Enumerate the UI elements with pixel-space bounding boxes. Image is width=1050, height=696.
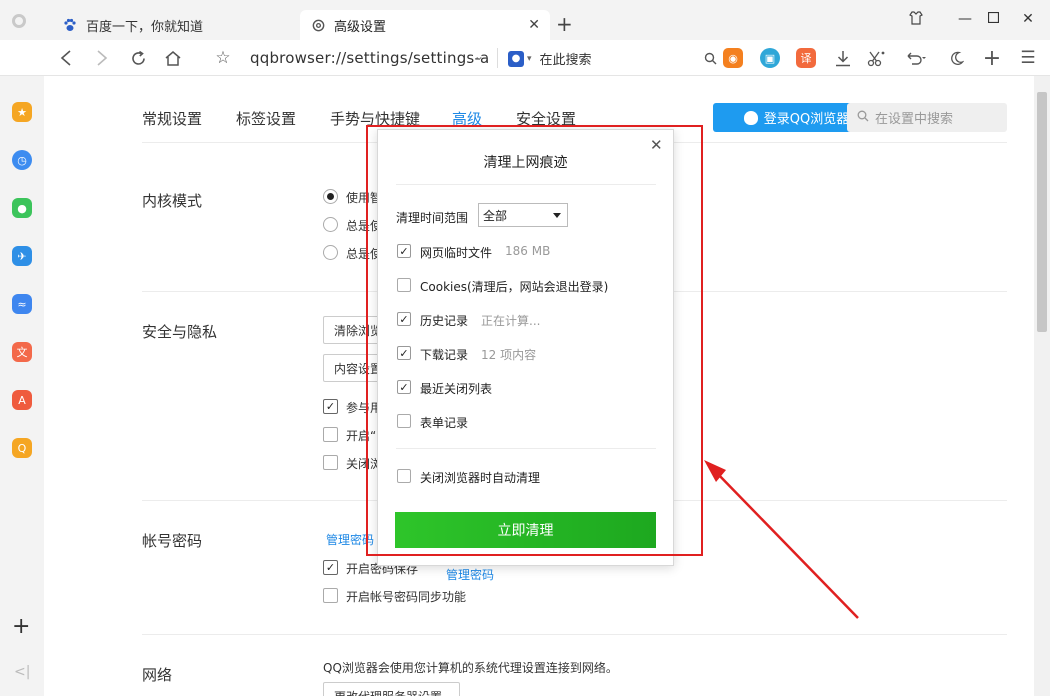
collapse-sidebar-icon[interactable]: <| <box>14 664 30 680</box>
star-bookmark-icon[interactable]: ☆ <box>211 46 235 70</box>
download-icon[interactable] <box>831 46 855 70</box>
tab-title: 高级设置 <box>334 19 387 35</box>
add-sidebar-plus-icon[interactable]: + <box>12 614 30 639</box>
tab-general[interactable]: 常规设置 <box>142 108 202 129</box>
baidu-paw-icon <box>62 17 78 33</box>
title-bar: 百度一下，你就知道 高级设置 ✕ + — ✕ <box>0 0 1050 40</box>
tab-advanced-settings[interactable]: 高级设置 ✕ <box>300 10 550 40</box>
night-mode-moon-icon[interactable] <box>944 46 968 70</box>
proxy-settings-button[interactable]: 更改代理服务器设置 <box>323 682 460 696</box>
cloud-icon[interactable]: ≈ <box>12 294 32 314</box>
shirt-skin-icon[interactable] <box>906 11 926 29</box>
game-controller-icon[interactable]: ◉ <box>723 48 743 68</box>
annotation-highlight-box <box>366 125 703 556</box>
forward-arrow-icon[interactable] <box>90 46 114 70</box>
network-description: QQ浏览器会使用您计算机的系统代理设置连接到网络。 <box>323 661 618 675</box>
left-sidebar: ★ ◷ ● ✈ ≈ 文 A Q + <| <box>0 76 44 696</box>
gear-icon <box>310 17 326 33</box>
section-title-network: 网络 <box>142 666 173 684</box>
settings-search-input[interactable]: 在设置中搜索 <box>847 103 1007 132</box>
toolbar-divider <box>497 48 498 68</box>
history-clock-icon[interactable]: ◷ <box>12 150 32 170</box>
new-tab-plus-icon[interactable]: + <box>556 12 573 36</box>
pdf-icon[interactable]: A <box>12 390 32 410</box>
app-icon[interactable]: ▣ <box>760 48 780 68</box>
radio-kernel-2[interactable] <box>323 217 338 232</box>
undo-icon[interactable] <box>904 46 928 70</box>
checkbox-privacy-3[interactable] <box>323 455 338 470</box>
favorites-star-icon[interactable]: ★ <box>12 102 32 122</box>
checkbox-privacy-2[interactable] <box>323 427 338 442</box>
checkbox-save-password[interactable]: ✓ <box>323 560 338 575</box>
plus-icon[interactable]: + <box>980 46 1004 71</box>
login-label: 登录QQ浏览器 <box>763 112 850 127</box>
radio-kernel-3[interactable] <box>323 245 338 260</box>
qq-browser-logo-icon[interactable] <box>12 14 26 28</box>
caret-down-icon: ▾ <box>527 53 532 64</box>
page-scrollbar[interactable] <box>1034 76 1050 696</box>
scissors-icon[interactable] <box>864 46 888 70</box>
baidu-paw-icon: ● <box>508 50 524 67</box>
checkbox-password-sync[interactable] <box>323 588 338 603</box>
checkbox-label: 开启帐号密码同步功能 <box>346 590 467 604</box>
radio-kernel-smart[interactable] <box>323 189 338 204</box>
minimize-icon[interactable]: — <box>955 11 975 27</box>
file-transfer-icon[interactable]: ✈ <box>12 246 32 266</box>
section-title-kernel: 内核模式 <box>142 192 203 210</box>
address-bar-url[interactable]: qqbrowser://settings/settings-a <box>250 49 489 67</box>
tab-tabs[interactable]: 标签设置 <box>236 108 296 129</box>
search-side-icon[interactable]: Q <box>12 438 32 458</box>
tab-close-icon[interactable]: ✕ <box>528 17 540 33</box>
chevron-down-icon[interactable]: ⌄ <box>474 49 484 63</box>
back-arrow-icon[interactable] <box>54 46 78 70</box>
maximize-icon[interactable] <box>983 11 1003 27</box>
window-close-icon[interactable]: ✕ <box>1018 11 1038 27</box>
checkbox-privacy-1[interactable]: ✓ <box>323 399 338 414</box>
search-engine-box[interactable]: ● ▾ 在此搜索 <box>508 49 592 68</box>
scrollbar-thumb[interactable] <box>1037 92 1047 332</box>
divider <box>142 634 1007 635</box>
menu-hamburger-icon[interactable]: ☰ <box>1016 46 1040 70</box>
tab-title: 百度一下，你就知道 <box>86 19 204 35</box>
search-icon <box>857 110 869 125</box>
search-engine-label: 在此搜索 <box>539 53 592 68</box>
reload-icon[interactable] <box>126 46 150 70</box>
tab-baidu[interactable]: 百度一下，你就知道 <box>52 10 297 40</box>
home-icon[interactable] <box>161 46 185 70</box>
wechat-icon[interactable]: ● <box>12 198 32 218</box>
search-icon[interactable] <box>698 46 722 70</box>
manage-password-link-2[interactable]: 管理密码 <box>446 566 494 583</box>
translate-side-icon[interactable]: 文 <box>12 342 32 362</box>
section-title-account: 帐号密码 <box>142 532 203 550</box>
translate-icon[interactable]: 译 <box>796 48 816 68</box>
search-placeholder: 在设置中搜索 <box>875 112 954 127</box>
qq-penguin-icon <box>743 110 758 125</box>
section-title-privacy: 安全与隐私 <box>142 323 218 341</box>
toolbar: ☆ qqbrowser://settings/settings-a ⌄ ● ▾ … <box>0 40 1050 76</box>
